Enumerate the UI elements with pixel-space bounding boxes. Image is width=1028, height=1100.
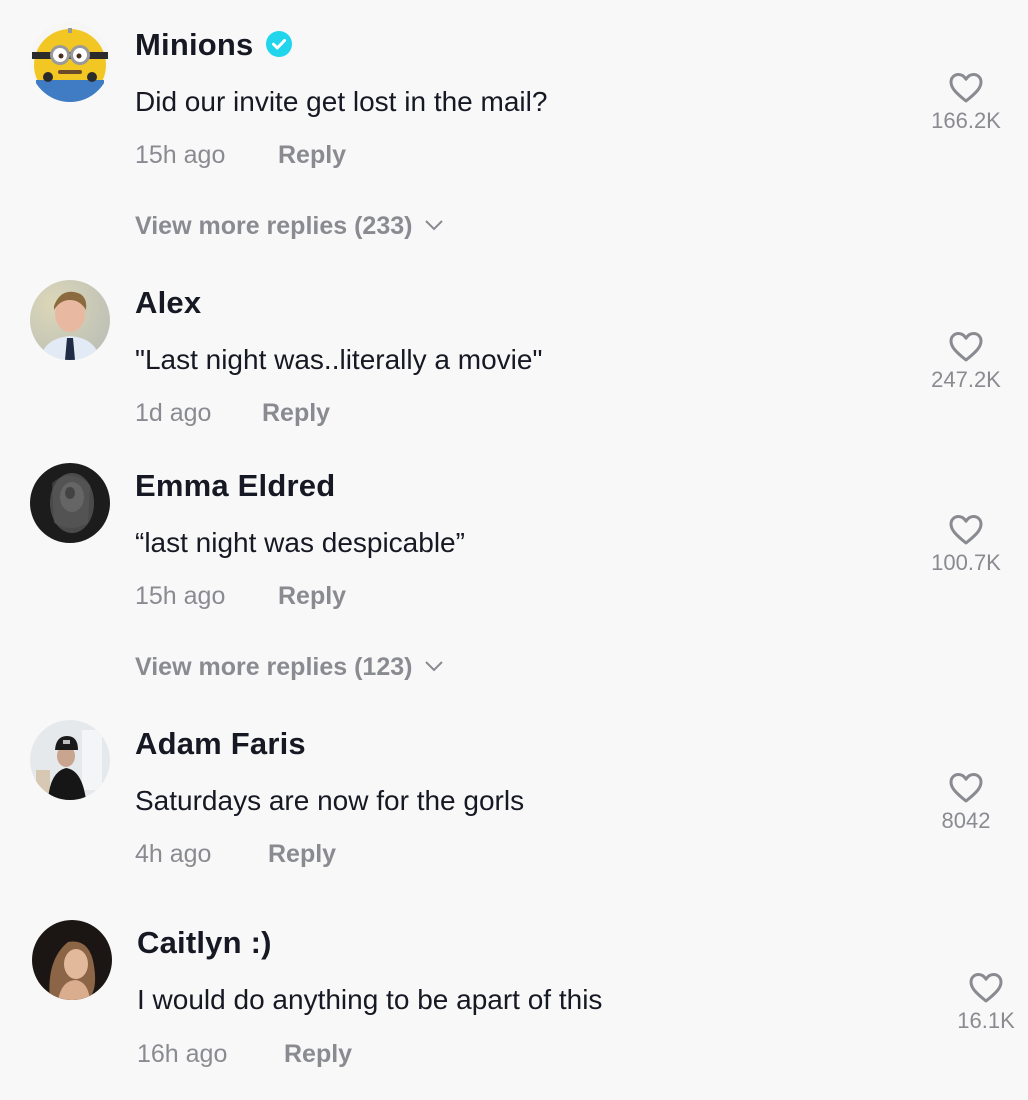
comment-meta: 15h ago Reply (135, 141, 346, 170)
comment-meta: 1d ago Reply (135, 399, 330, 428)
view-more-replies-button[interactable]: View more replies (123) (135, 653, 444, 682)
comment-meta: 15h ago Reply (135, 582, 346, 611)
like-button[interactable]: 166.2K (916, 72, 1016, 134)
heart-icon (949, 73, 983, 103)
comment-username[interactable]: Adam Faris (135, 726, 306, 762)
heart-icon (949, 773, 983, 803)
like-button[interactable]: 16.1K (936, 972, 1028, 1034)
heart-icon (949, 515, 983, 545)
comment-meta: 16h ago Reply (137, 1040, 352, 1069)
like-button[interactable]: 8042 (916, 772, 1016, 834)
comment-timestamp: 15h ago (135, 141, 226, 169)
comment-username[interactable]: Alex (135, 285, 201, 321)
comment-text: “last night was despicable” (135, 527, 465, 558)
comment-timestamp: 1d ago (135, 399, 212, 427)
reply-button[interactable]: Reply (262, 399, 330, 428)
comment-timestamp: 4h ago (135, 840, 212, 868)
avatar[interactable] (30, 280, 110, 360)
like-count: 247.2K (931, 367, 1001, 392)
avatar[interactable] (30, 463, 110, 543)
view-more-replies-label: View more replies (123) (135, 653, 413, 681)
chevron-down-icon (425, 661, 444, 672)
like-count: 166.2K (931, 108, 1001, 133)
comment-username[interactable]: Caitlyn :) (137, 925, 272, 961)
reply-button[interactable]: Reply (278, 141, 346, 170)
reply-button[interactable]: Reply (268, 840, 336, 869)
like-count: 100.7K (931, 550, 1001, 575)
user-avatar-photo-icon (32, 920, 112, 1000)
user-avatar-photo-icon (30, 463, 110, 543)
verified-badge-icon (265, 30, 292, 57)
comment-timestamp: 16h ago (137, 1040, 228, 1068)
comment-username[interactable]: Minions (135, 27, 292, 63)
username-text: Minions (135, 27, 254, 62)
minion-avatar-icon (30, 22, 110, 102)
heart-icon (949, 332, 983, 362)
like-count: 8042 (941, 808, 991, 833)
like-button[interactable]: 247.2K (916, 331, 1016, 393)
comment-text: Did our invite get lost in the mail? (135, 86, 548, 117)
chevron-down-icon (425, 220, 444, 231)
avatar[interactable] (32, 920, 112, 1000)
user-avatar-photo-icon (30, 280, 110, 360)
reply-button[interactable]: Reply (278, 582, 346, 611)
heart-icon (969, 973, 1003, 1003)
comment-text: "Last night was..literally a movie" (135, 344, 543, 375)
reply-button[interactable]: Reply (284, 1040, 352, 1069)
like-button[interactable]: 100.7K (916, 514, 1016, 576)
comment-username[interactable]: Emma Eldred (135, 468, 335, 504)
comment-text: I would do anything to be apart of this (137, 984, 603, 1015)
avatar[interactable] (30, 720, 110, 800)
view-more-replies-button[interactable]: View more replies (233) (135, 212, 444, 241)
like-count: 16.1K (957, 1008, 1015, 1033)
comment-text: Saturdays are now for the gorls (135, 785, 525, 816)
view-more-replies-label: View more replies (233) (135, 212, 413, 240)
user-avatar-photo-icon (30, 720, 110, 800)
avatar[interactable] (30, 22, 110, 102)
comment-meta: 4h ago Reply (135, 840, 336, 869)
comment-timestamp: 15h ago (135, 582, 226, 610)
